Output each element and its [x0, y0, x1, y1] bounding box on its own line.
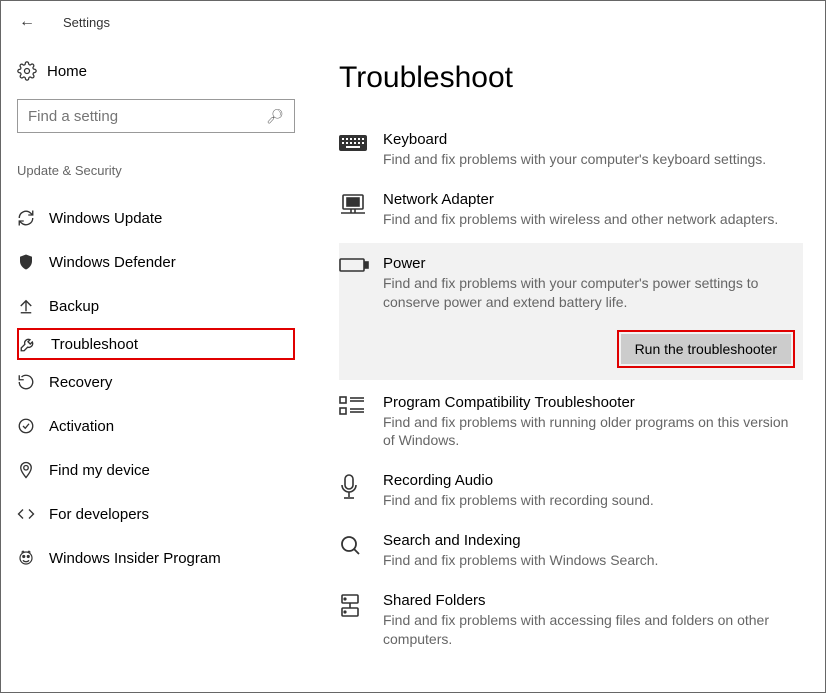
sidebar-section-title: Update & Security	[17, 163, 295, 178]
sidebar-item-label: Find my device	[49, 462, 150, 479]
battery-icon	[339, 255, 383, 364]
keyboard-icon	[339, 131, 383, 169]
window-title: Settings	[63, 15, 110, 30]
activation-icon	[17, 417, 49, 435]
troubleshoot-item-desc: Find and fix problems with running older…	[383, 413, 803, 451]
troubleshoot-item-title: Program Compatibility Troubleshooter	[383, 394, 803, 411]
troubleshoot-item-desc: Find and fix problems with accessing fil…	[383, 611, 803, 649]
troubleshoot-item-title: Keyboard	[383, 131, 803, 148]
troubleshoot-item-desc: Find and fix problems with Windows Searc…	[383, 551, 803, 570]
troubleshoot-item-search-indexing[interactable]: Search and Indexing Find and fix problem…	[339, 524, 803, 584]
home-label: Home	[47, 63, 87, 80]
troubleshoot-item-title: Search and Indexing	[383, 532, 803, 549]
troubleshoot-item-keyboard[interactable]: Keyboard Find and fix problems with your…	[339, 123, 803, 183]
troubleshoot-item-shared-folders[interactable]: Shared Folders Find and fix problems wit…	[339, 584, 803, 663]
run-troubleshooter-button[interactable]: Run the troubleshooter	[621, 334, 791, 364]
sidebar-item-windows-defender[interactable]: Windows Defender	[17, 240, 295, 284]
search-input[interactable]	[28, 108, 266, 125]
sidebar-item-backup[interactable]: Backup	[17, 284, 295, 328]
shared-folders-icon	[339, 592, 383, 649]
sidebar-item-label: For developers	[49, 506, 149, 523]
sidebar-item-recovery[interactable]: Recovery	[17, 360, 295, 404]
troubleshoot-item-title: Recording Audio	[383, 472, 803, 489]
search-icon: 🔍︎	[266, 108, 284, 125]
sidebar-item-find-my-device[interactable]: Find my device	[17, 448, 295, 492]
recovery-icon	[17, 373, 49, 391]
main-content: Troubleshoot Keyboard Find and fix probl…	[311, 43, 825, 692]
sidebar-item-windows-insider[interactable]: Windows Insider Program	[17, 536, 295, 580]
home-link[interactable]: Home	[17, 61, 295, 81]
sidebar-item-for-developers[interactable]: For developers	[17, 492, 295, 536]
wrench-icon	[19, 335, 51, 353]
gear-icon	[17, 61, 47, 81]
sidebar-item-label: Backup	[49, 298, 99, 315]
program-list-icon	[339, 394, 383, 451]
sidebar-item-label: Recovery	[49, 374, 112, 391]
troubleshoot-item-title: Network Adapter	[383, 191, 803, 208]
titlebar: ← Settings	[1, 1, 825, 43]
sidebar-item-label: Windows Insider Program	[49, 550, 221, 567]
sidebar-item-label: Activation	[49, 418, 114, 435]
sidebar-item-activation[interactable]: Activation	[17, 404, 295, 448]
search-icon	[339, 532, 383, 570]
troubleshoot-item-program-compatibility[interactable]: Program Compatibility Troubleshooter Fin…	[339, 386, 803, 465]
troubleshoot-item-desc: Find and fix problems with wireless and …	[383, 210, 803, 229]
troubleshoot-item-title: Power	[383, 255, 803, 272]
troubleshoot-item-desc: Find and fix problems with your computer…	[383, 150, 803, 169]
insider-icon	[17, 549, 49, 567]
sync-icon	[17, 209, 49, 227]
troubleshoot-item-desc: Find and fix problems with recording sou…	[383, 491, 803, 510]
sidebar-item-label: Windows Defender	[49, 254, 176, 271]
page-title: Troubleshoot	[339, 61, 803, 95]
troubleshoot-item-desc: Find and fix problems with your computer…	[383, 274, 803, 312]
shield-icon	[17, 253, 49, 271]
sidebar: Home 🔍︎ Update & Security Windows Update…	[1, 43, 311, 692]
backup-icon	[17, 297, 49, 315]
network-adapter-icon	[339, 191, 383, 229]
troubleshoot-item-network-adapter[interactable]: Network Adapter Find and fix problems wi…	[339, 183, 803, 243]
sidebar-item-label: Windows Update	[49, 210, 162, 227]
sidebar-item-label: Troubleshoot	[51, 336, 138, 353]
search-box[interactable]: 🔍︎	[17, 99, 295, 133]
sidebar-item-windows-update[interactable]: Windows Update	[17, 196, 295, 240]
location-icon	[17, 461, 49, 479]
developers-icon	[17, 505, 49, 523]
sidebar-item-troubleshoot[interactable]: Troubleshoot	[17, 328, 295, 360]
microphone-icon	[339, 472, 383, 510]
troubleshoot-item-title: Shared Folders	[383, 592, 803, 609]
troubleshoot-item-power[interactable]: Power Find and fix problems with your co…	[339, 243, 803, 380]
back-arrow-icon[interactable]: ←	[19, 13, 35, 31]
troubleshoot-item-recording-audio[interactable]: Recording Audio Find and fix problems wi…	[339, 464, 803, 524]
